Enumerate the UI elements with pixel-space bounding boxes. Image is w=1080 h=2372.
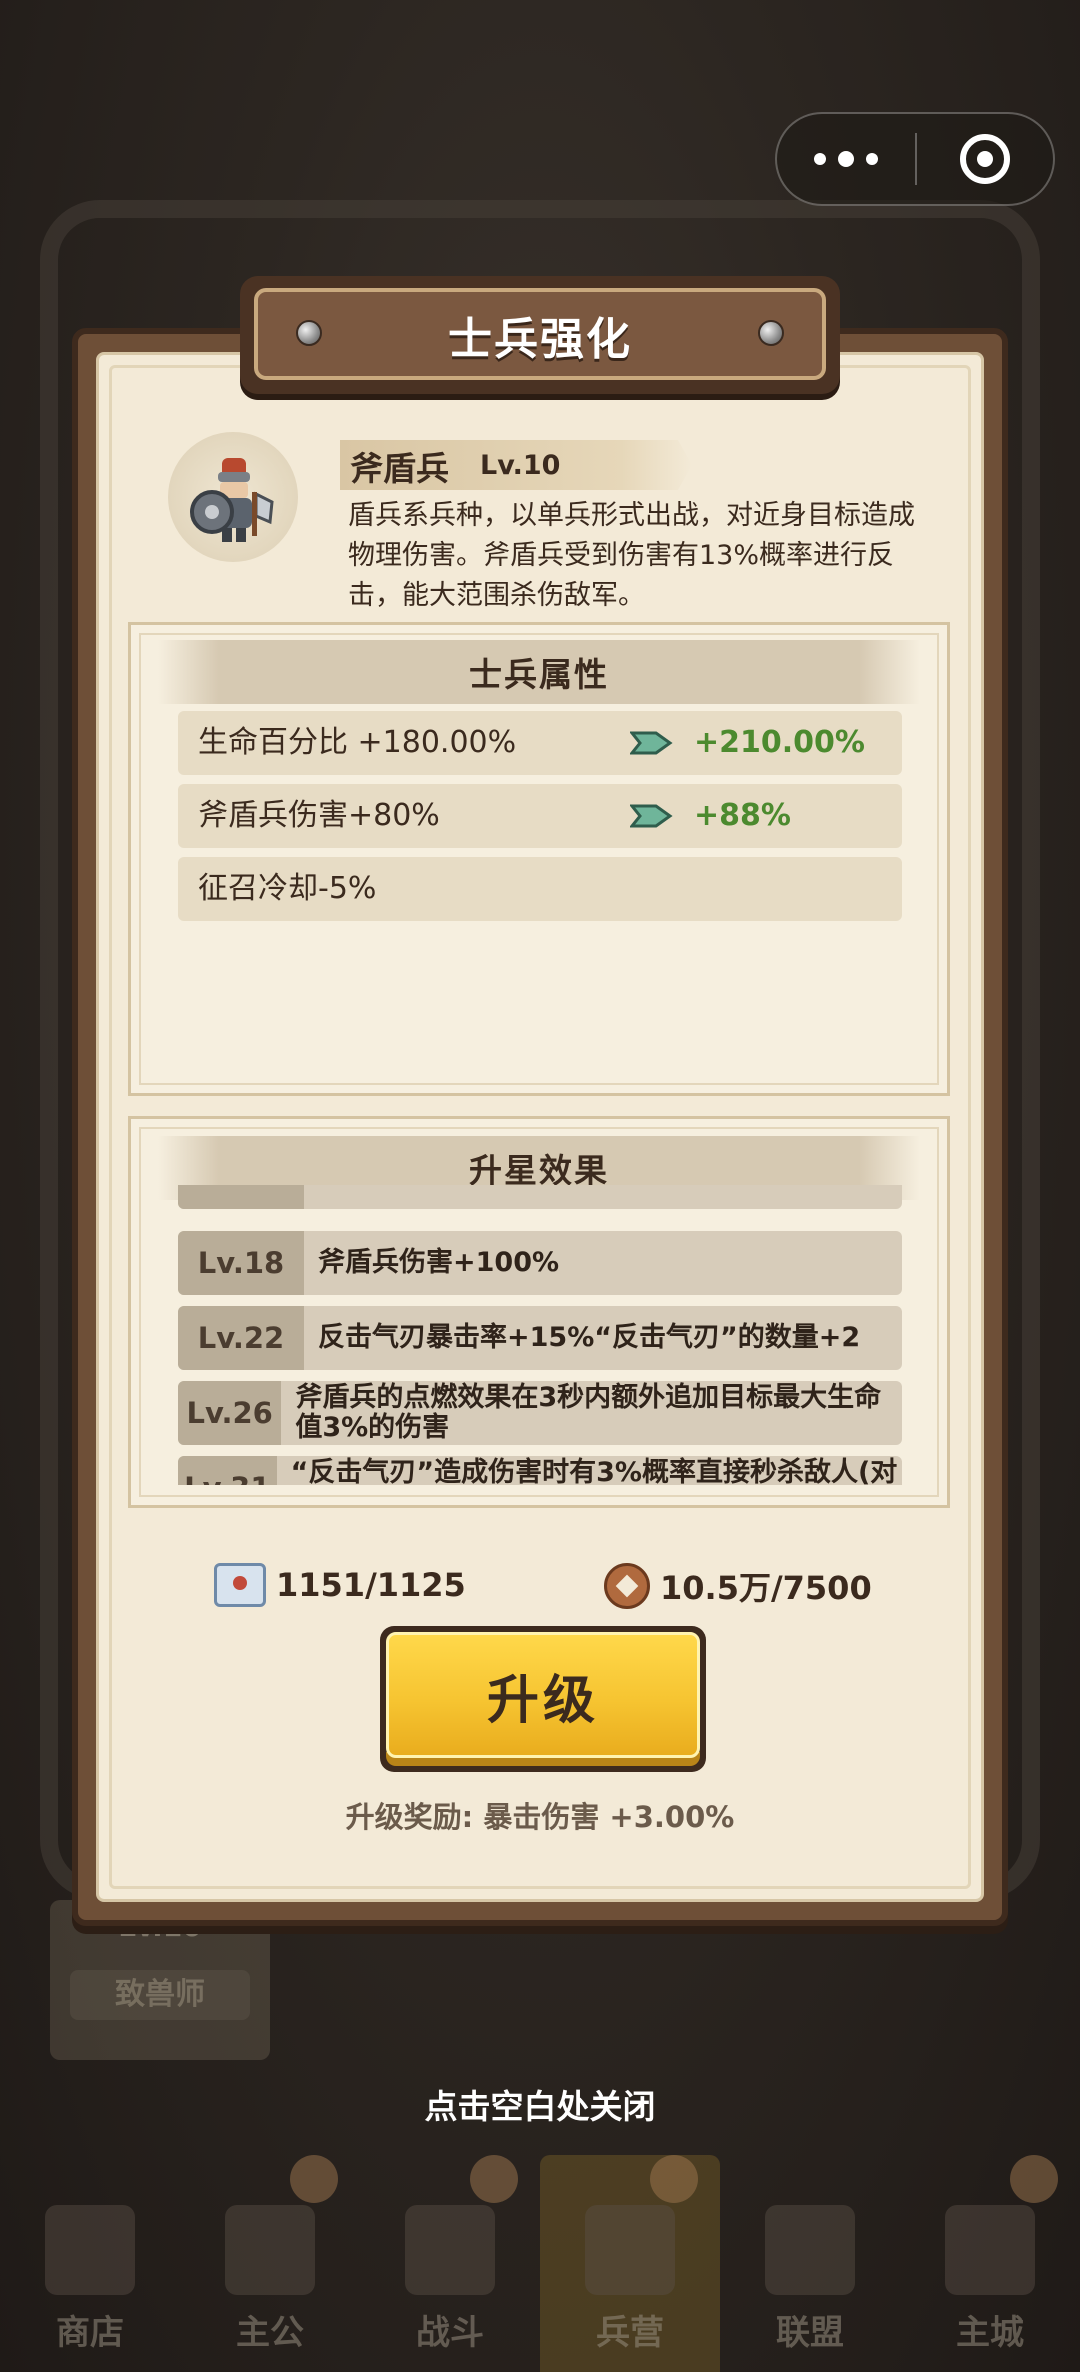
more-button[interactable] (777, 114, 915, 204)
nav-label: 战斗 (416, 2313, 484, 2353)
star-level: Lv.18 (178, 1231, 304, 1295)
star-effect: 斧盾兵伤害+100% (318, 1247, 560, 1278)
star-row: Lv.26 斧盾兵的点燃效果在3秒内额外追加目标最大生命值3%的伤害 (178, 1381, 902, 1445)
nav-item-battle[interactable]: 战斗 (360, 2155, 540, 2372)
upgrade-reward: 升级奖励: 暴击伤害 +3.00% (345, 1800, 735, 1834)
title-plaque: 士兵强化 (240, 276, 840, 394)
background-card-name: 致兽师 (70, 1970, 250, 2020)
star-level: Lv.31 (178, 1456, 277, 1485)
arrow-right-icon (630, 731, 673, 755)
arrow-right-icon (630, 804, 673, 828)
nav-item-lord[interactable]: 主公 (180, 2155, 360, 2372)
axe-shield-soldier-icon (190, 458, 274, 542)
nav-label: 联盟 (776, 2313, 844, 2353)
coin-count: 10.5万/7500 (660, 1569, 872, 1607)
scroll-count: 1151/1125 (276, 1566, 466, 1604)
barracks-icon (585, 2205, 675, 2295)
upgrade-button-label: 升级 (386, 1632, 700, 1758)
star-level (178, 1185, 304, 1209)
more-dots-icon (814, 153, 826, 165)
alliance-icon (765, 2205, 855, 2295)
unit-name: 斧盾兵 (350, 449, 449, 488)
bottom-nav: 商店 主公 战斗 兵营 联盟 主城 (0, 2155, 1080, 2372)
attribute-row: 生命百分比 +180.00% +210.00% (178, 711, 902, 775)
star-effects-list[interactable]: Lv.18 斧盾兵伤害+100% Lv.22 反击气刃暴击率+15%“反击气刃”… (178, 1185, 902, 1485)
attribute-row: 征召冷却-5% (178, 857, 902, 921)
attribute-current: 生命百分比 +180.00% (198, 725, 517, 760)
scroll-resource: 1151/1125 (214, 1563, 466, 1607)
unit-level: Lv.10 (480, 450, 561, 481)
star-effect: 斧盾兵的点燃效果在3秒内额外追加目标最大生命值3%的伤害 (295, 1382, 882, 1443)
more-dot-center (838, 151, 854, 167)
battle-icon (405, 2205, 495, 2295)
city-icon (945, 2205, 1035, 2295)
lord-icon (225, 2205, 315, 2295)
nav-item-city[interactable]: 主城 (900, 2155, 1080, 2372)
attribute-row: 斧盾兵伤害+80% +88% (178, 784, 902, 848)
attribute-next: +88% (694, 798, 791, 833)
shop-icon (45, 2205, 135, 2295)
star-row: Lv.22 反击气刃暴击率+15%“反击气刃”的数量+2 (178, 1306, 902, 1370)
scroll-icon (214, 1563, 266, 1607)
nav-item-shop[interactable]: 商店 (0, 2155, 180, 2372)
nav-label: 主公 (236, 2313, 304, 2353)
star-effect: “反击气刃”造成伤害时有3%概率直接秒杀敌人(对精英首领无效) (290, 1457, 898, 1486)
nav-label: 主城 (956, 2313, 1024, 2353)
target-close-core (977, 151, 993, 167)
attributes-header: 士兵属性 (158, 640, 920, 704)
target-close-icon (960, 134, 1010, 184)
attribute-current: 征召冷却-5% (198, 871, 377, 906)
star-row-partial (178, 1185, 902, 1209)
coin-resource: 10.5万/7500 (604, 1563, 872, 1609)
nav-label: 兵营 (596, 2313, 664, 2353)
star-row: Lv.31 “反击气刃”造成伤害时有3%概率直接秒杀敌人(对精英首领无效) (178, 1456, 902, 1485)
attributes-header-label: 士兵属性 (469, 655, 609, 694)
attribute-current: 斧盾兵伤害+80% (198, 798, 440, 833)
close-hint[interactable]: 点击空白处关闭 (0, 2080, 1080, 2128)
more-dot-right (866, 153, 878, 165)
notification-badge (650, 2155, 698, 2203)
upgrade-button[interactable]: 升级 (380, 1626, 706, 1772)
nav-item-barracks[interactable]: 兵营 (540, 2155, 720, 2372)
notification-badge (1010, 2155, 1058, 2203)
nav-item-alliance[interactable]: 联盟 (720, 2155, 900, 2372)
capsule-close-button[interactable] (917, 114, 1053, 204)
unit-description: 盾兵系兵种，以单兵形式出战，对近身目标造成物理伤害。斧盾兵受到伤害有13%概率进… (348, 500, 915, 611)
star-level: Lv.26 (178, 1381, 282, 1445)
star-effect: 反击气刃暴击率+15%“反击气刃”的数量+2 (318, 1322, 861, 1353)
miniprogram-capsule (775, 112, 1055, 206)
star-row: Lv.18 斧盾兵伤害+100% (178, 1231, 902, 1295)
panel-title: 士兵强化 (448, 314, 632, 365)
coin-icon (604, 1563, 650, 1609)
attribute-next: +210.00% (694, 725, 865, 760)
nav-label: 商店 (56, 2313, 124, 2353)
star-level: Lv.22 (178, 1306, 304, 1370)
notification-badge (470, 2155, 518, 2203)
notification-badge (290, 2155, 338, 2203)
unit-avatar (168, 432, 298, 562)
